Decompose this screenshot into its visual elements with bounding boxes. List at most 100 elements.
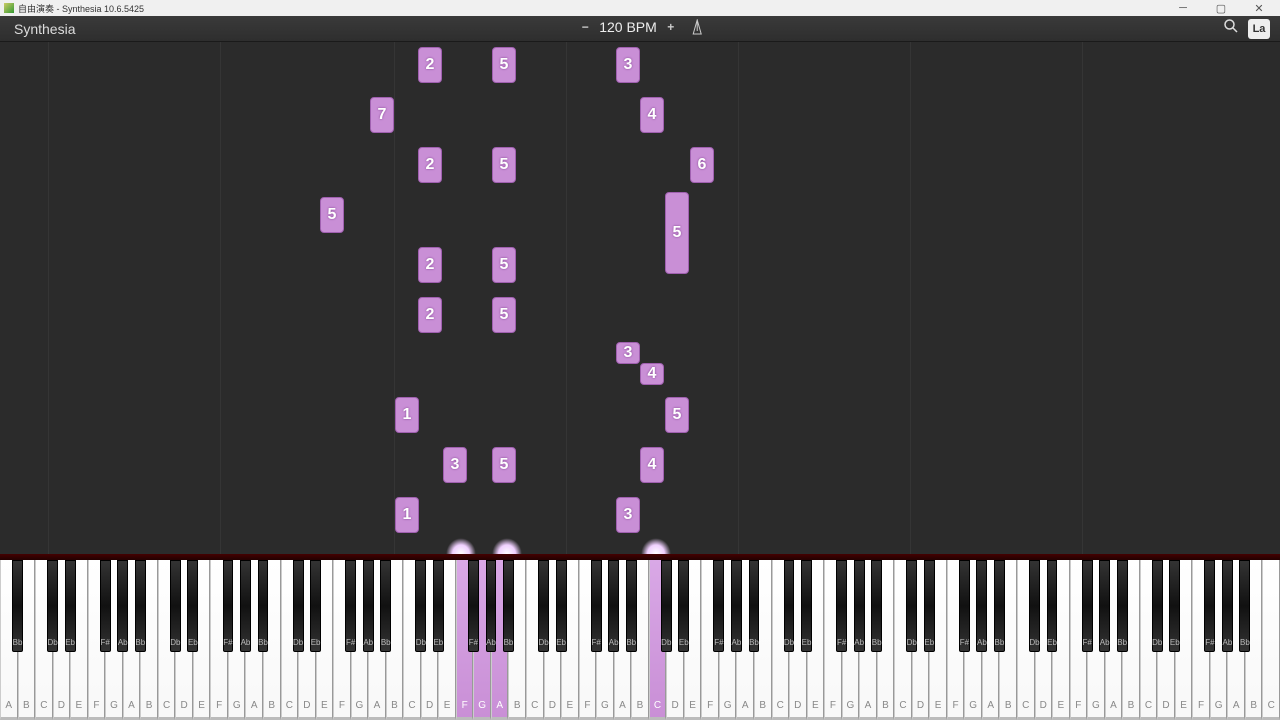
white-key[interactable]: C: [1262, 560, 1280, 720]
key-glow: [492, 538, 522, 554]
falling-note: 5: [492, 247, 516, 283]
brand-label[interactable]: Synthesia: [0, 21, 75, 37]
black-key[interactable]: Eb: [65, 560, 76, 652]
black-key[interactable]: F#: [713, 560, 724, 652]
black-key[interactable]: Eb: [556, 560, 567, 652]
falling-note: 4: [640, 97, 664, 133]
black-key[interactable]: Bb: [503, 560, 514, 652]
black-key[interactable]: Db: [170, 560, 181, 652]
falling-note: 5: [492, 447, 516, 483]
black-key[interactable]: F#: [959, 560, 970, 652]
tempo-value[interactable]: 120 BPM: [599, 19, 657, 35]
gridline: [394, 42, 395, 554]
gridline: [738, 42, 739, 554]
falling-note: 5: [492, 147, 516, 183]
black-key[interactable]: F#: [223, 560, 234, 652]
falling-note: 5: [320, 197, 344, 233]
black-key[interactable]: Db: [538, 560, 549, 652]
black-key[interactable]: Bb: [994, 560, 1005, 652]
black-key[interactable]: Bb: [380, 560, 391, 652]
falling-note: 4: [640, 363, 664, 385]
black-key[interactable]: Bb: [871, 560, 882, 652]
gridline: [220, 42, 221, 554]
black-key[interactable]: Db: [1029, 560, 1040, 652]
keyboard: ABCDEFGABCDEFGABCDEFGABCDEFGABCDEFGABCDE…: [0, 554, 1280, 720]
black-key[interactable]: Db: [415, 560, 426, 652]
falling-note: 1: [395, 497, 419, 533]
falling-note: 5: [492, 297, 516, 333]
black-key[interactable]: Ab: [976, 560, 987, 652]
black-key[interactable]: Ab: [117, 560, 128, 652]
black-key[interactable]: Db: [1152, 560, 1163, 652]
falling-note: 2: [418, 147, 442, 183]
black-key[interactable]: Eb: [924, 560, 935, 652]
gridline: [910, 42, 911, 554]
black-key[interactable]: Ab: [854, 560, 865, 652]
minimize-button[interactable]: ─: [1168, 0, 1198, 16]
black-key[interactable]: Eb: [433, 560, 444, 652]
black-key[interactable]: Ab: [608, 560, 619, 652]
falling-note: 2: [418, 297, 442, 333]
black-key[interactable]: Ab: [486, 560, 497, 652]
black-key[interactable]: Db: [661, 560, 672, 652]
black-key[interactable]: Eb: [310, 560, 321, 652]
falling-note: 3: [616, 342, 640, 364]
tempo-control: − 120 BPM +: [577, 19, 703, 35]
window-titlebar: 自由演奏 - Synthesia 10.6.5425 ─ ▢ ✕: [0, 0, 1280, 16]
black-key[interactable]: Eb: [1169, 560, 1180, 652]
black-key[interactable]: Db: [293, 560, 304, 652]
gridline: [48, 42, 49, 554]
metronome-icon[interactable]: [691, 19, 703, 35]
black-key[interactable]: Ab: [731, 560, 742, 652]
falling-note: 5: [492, 47, 516, 83]
falling-note: 6: [690, 147, 714, 183]
falling-note: 4: [640, 447, 664, 483]
black-key[interactable]: F#: [468, 560, 479, 652]
falling-note: 3: [616, 497, 640, 533]
tempo-minus-button[interactable]: −: [577, 20, 593, 34]
black-key[interactable]: Eb: [678, 560, 689, 652]
black-key[interactable]: F#: [1204, 560, 1215, 652]
black-key[interactable]: Bb: [1239, 560, 1250, 652]
black-key[interactable]: F#: [1082, 560, 1093, 652]
black-key[interactable]: F#: [100, 560, 111, 652]
black-key[interactable]: Ab: [363, 560, 374, 652]
falling-note: 5: [665, 397, 689, 433]
gridline: [566, 42, 567, 554]
falling-note: 1: [395, 397, 419, 433]
falling-note: 5: [665, 192, 689, 274]
black-key[interactable]: Eb: [187, 560, 198, 652]
black-key[interactable]: Ab: [1099, 560, 1110, 652]
falling-note: 3: [616, 47, 640, 83]
black-key[interactable]: F#: [836, 560, 847, 652]
maximize-button[interactable]: ▢: [1206, 0, 1236, 16]
gridline: [1082, 42, 1083, 554]
falling-note: 3: [443, 447, 467, 483]
black-key[interactable]: Db: [906, 560, 917, 652]
black-key[interactable]: Bb: [749, 560, 760, 652]
search-icon[interactable]: [1222, 17, 1240, 40]
falling-note: 2: [418, 47, 442, 83]
key-glow: [641, 538, 671, 554]
black-key[interactable]: Ab: [240, 560, 251, 652]
black-key[interactable]: Eb: [1047, 560, 1058, 652]
black-key[interactable]: Bb: [258, 560, 269, 652]
key-glow: [446, 538, 476, 554]
black-key[interactable]: Db: [47, 560, 58, 652]
app-icon: [4, 3, 14, 13]
black-key[interactable]: Db: [784, 560, 795, 652]
tempo-plus-button[interactable]: +: [663, 20, 679, 34]
black-key[interactable]: Ab: [1222, 560, 1233, 652]
falling-note: 7: [370, 97, 394, 133]
black-key[interactable]: F#: [345, 560, 356, 652]
black-key[interactable]: F#: [591, 560, 602, 652]
note-fall-area: 25374256552525341535413: [0, 42, 1280, 554]
notation-la-button[interactable]: La: [1248, 19, 1270, 39]
falling-note: 2: [418, 247, 442, 283]
black-key[interactable]: Eb: [801, 560, 812, 652]
black-key[interactable]: Bb: [12, 560, 23, 652]
black-key[interactable]: Bb: [626, 560, 637, 652]
black-key[interactable]: Bb: [1117, 560, 1128, 652]
black-key[interactable]: Bb: [135, 560, 146, 652]
close-button[interactable]: ✕: [1244, 0, 1274, 16]
